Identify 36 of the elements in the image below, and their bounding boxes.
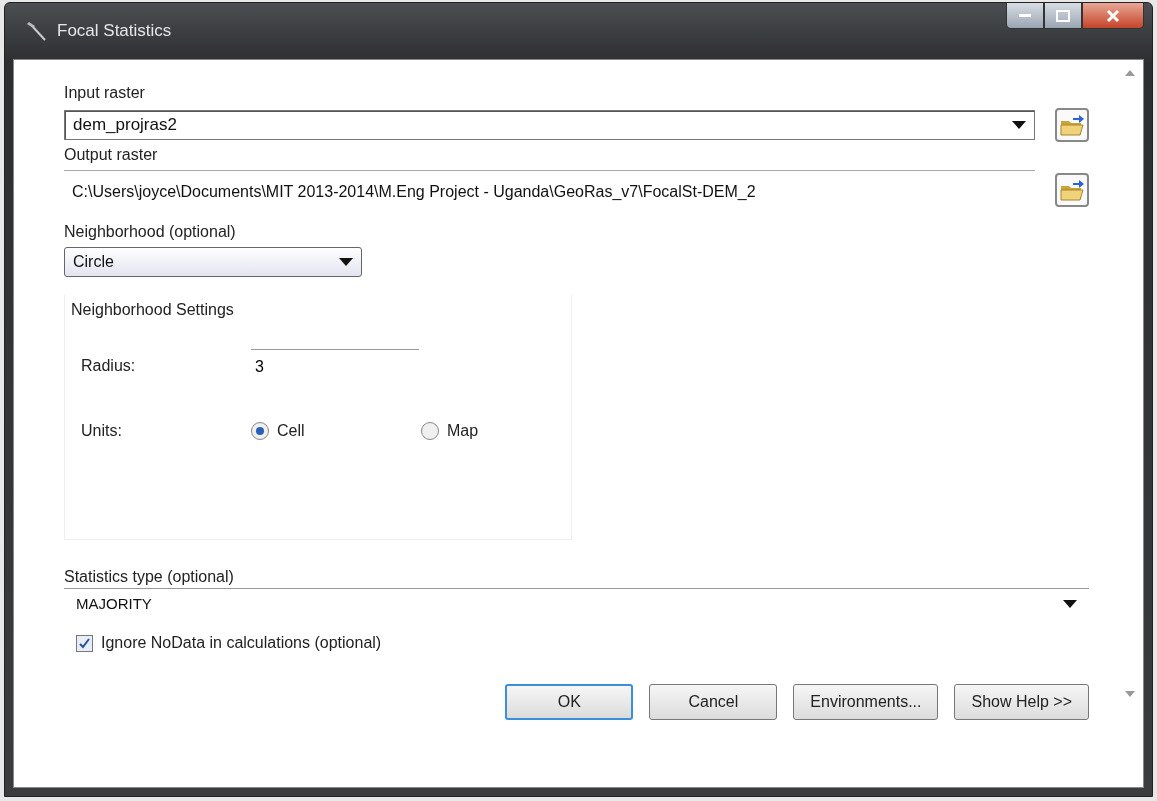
units-label: Units: bbox=[81, 422, 123, 440]
folder-icon bbox=[1059, 113, 1085, 137]
dialog-button[interactable]: OK bbox=[505, 684, 634, 720]
output-raster-field[interactable]: C:\Users\joyce\Documents\MIT 2013-2014\M.Eng Project - Uganda\GeoRas_v7\FocalSt-DEM_2 bbox=[64, 170, 1035, 209]
checkbox-option[interactable]: Ignore NoData in calculations (optional) bbox=[64, 634, 1089, 652]
dialog-button[interactable]: Cancel bbox=[649, 684, 778, 720]
scroll-down-icon[interactable] bbox=[1125, 691, 1135, 697]
hammer-icon bbox=[25, 20, 47, 42]
minimize-button[interactable] bbox=[1006, 3, 1044, 29]
field-label: Input raster bbox=[64, 84, 146, 102]
statistics-dropdown[interactable]: MAJORITY bbox=[64, 589, 1089, 618]
scroll-up-icon[interactable] bbox=[1125, 70, 1135, 76]
maximize-button[interactable] bbox=[1044, 3, 1082, 29]
close-icon bbox=[1106, 8, 1120, 23]
radio-option[interactable]: Cell bbox=[251, 422, 421, 440]
input-raster-combo[interactable]: dem_projras2 bbox=[64, 110, 1035, 140]
field-label: Statistics type (optional) bbox=[64, 568, 1089, 589]
window-title: Focal Statistics bbox=[57, 21, 172, 41]
field-label: Output raster bbox=[64, 146, 159, 164]
field-label: Neighborhood (optional) bbox=[64, 223, 237, 241]
radius-field[interactable]: 3 bbox=[251, 349, 419, 382]
close-button[interactable] bbox=[1082, 3, 1144, 29]
neighborhood-dropdown[interactable]: Circle bbox=[64, 247, 362, 277]
minimize-icon bbox=[1019, 14, 1031, 17]
radio-option[interactable]: Map bbox=[421, 422, 565, 440]
browse-button[interactable] bbox=[1055, 108, 1089, 142]
radius-label: Radius: bbox=[81, 356, 137, 375]
caret-icon bbox=[1063, 599, 1077, 608]
caret-icon bbox=[339, 258, 353, 266]
dialog-button[interactable]: Show Help >> bbox=[954, 684, 1089, 720]
browse-button[interactable] bbox=[1055, 172, 1089, 207]
maximize-icon bbox=[1056, 9, 1070, 22]
caret-icon bbox=[1012, 121, 1026, 129]
dialog-button[interactable]: Environments... bbox=[793, 684, 939, 720]
folder-icon bbox=[1059, 177, 1085, 202]
group-title: Neighborhood Settings bbox=[71, 301, 235, 319]
